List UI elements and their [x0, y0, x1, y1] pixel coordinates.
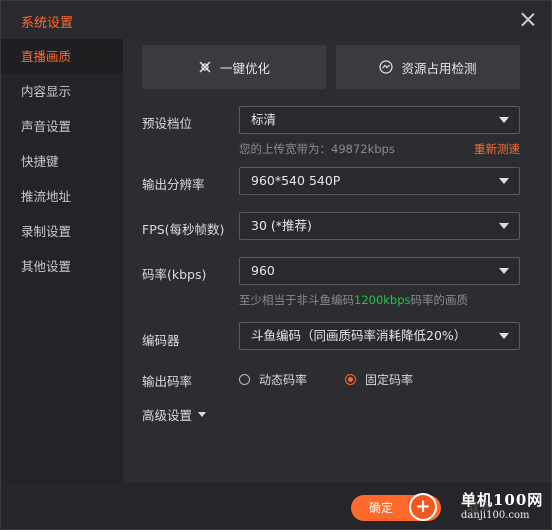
chevron-down-icon	[499, 223, 509, 229]
sidebar-item-content-display[interactable]: 内容显示	[1, 74, 123, 109]
bitrate-hint-prefix: 至少相当于非斗鱼编码	[239, 293, 354, 307]
fps-label: FPS(每秒帧数)	[142, 222, 225, 237]
output-rate-label: 输出码率	[142, 374, 193, 389]
watermark-cn: 单机100网	[461, 491, 544, 509]
footer: 确定 取消 + 单机100网 danji100.com	[1, 483, 551, 529]
sidebar-item-stream-url[interactable]: 推流地址	[1, 179, 123, 214]
encoder-select[interactable]: 斗鱼编码（同画质码率消耗降低20%）	[239, 322, 520, 350]
chevron-down-icon	[499, 178, 509, 184]
output-rate-options: 动态码率 固定码率	[239, 371, 451, 388]
advanced-settings-toggle[interactable]: 高级设置	[142, 405, 207, 424]
sidebar-item-stream-quality[interactable]: 直播画质	[1, 39, 123, 74]
encoder-label: 编码器	[142, 333, 180, 348]
monitor-icon	[379, 60, 394, 74]
optimize-icon	[198, 60, 212, 74]
sidebar-item-audio-settings[interactable]: 声音设置	[1, 109, 123, 144]
title-bar: 系统设置	[1, 1, 551, 39]
optimize-label: 一键优化	[219, 60, 270, 76]
bitrate-label: 码率(kbps)	[142, 267, 207, 282]
bitrate-select[interactable]: 960	[239, 257, 520, 285]
settings-window: 系统设置 直播画质 内容显示 声音设置 快捷键 推流地址 录制设置 其他设置 一…	[0, 0, 552, 530]
watermark: 单机100网 danji100.com	[461, 489, 543, 521]
fps-value: 30 (*推荐)	[251, 218, 312, 233]
bitrate-hint: 至少相当于非斗鱼编码1200kbps码率的画质	[239, 292, 468, 308]
resolution-select[interactable]: 960*540 540P	[239, 167, 520, 195]
close-icon[interactable]	[519, 11, 537, 29]
chevron-down-icon	[499, 333, 509, 339]
chevron-down-icon	[499, 268, 509, 274]
retest-link[interactable]: 重新测速	[474, 141, 520, 157]
radio-fixed-rate[interactable]	[345, 374, 357, 385]
upload-bandwidth-text: 您的上传宽带为：49872kbps	[239, 142, 395, 156]
radio-fixed-rate-label[interactable]: 固定码率	[365, 371, 413, 388]
preset-select[interactable]: 标清	[239, 106, 520, 134]
preset-label: 预设档位	[142, 116, 193, 131]
window-title: 系统设置	[21, 16, 74, 31]
watermark-logo-icon: +	[409, 493, 437, 521]
watermark-url: danji100.com	[461, 510, 530, 521]
resolution-label: 输出分辨率	[142, 177, 205, 192]
sidebar-item-shortcuts[interactable]: 快捷键	[1, 144, 123, 179]
triangle-down-icon	[198, 412, 207, 417]
encoder-value: 斗鱼编码（同画质码率消耗降低20%）	[251, 328, 467, 343]
sidebar-item-recording[interactable]: 录制设置	[1, 214, 123, 249]
advanced-settings-label: 高级设置	[142, 408, 193, 423]
preset-value: 标清	[251, 112, 277, 127]
chevron-down-icon	[499, 117, 509, 123]
sidebar-item-other[interactable]: 其他设置	[1, 249, 123, 284]
radio-dynamic-rate[interactable]	[239, 374, 250, 385]
radio-dynamic-rate-label[interactable]: 动态码率	[259, 371, 307, 388]
optimize-button[interactable]: 一键优化	[142, 45, 326, 89]
bitrate-value: 960	[251, 263, 275, 278]
fps-select[interactable]: 30 (*推荐)	[239, 212, 520, 240]
sidebar: 直播画质 内容显示 声音设置 快捷键 推流地址 录制设置 其他设置	[1, 39, 123, 483]
bitrate-hint-value: 1200kbps	[354, 293, 411, 307]
monitor-label: 资源占用检测	[401, 60, 477, 76]
main-content: 一键优化 资源占用检测 预设档位 标清 您的上传宽带为：49872kbps 重新…	[123, 39, 551, 483]
resource-monitor-button[interactable]: 资源占用检测	[336, 45, 520, 89]
resolution-value: 960*540 540P	[251, 173, 341, 188]
bitrate-hint-suffix: 码率的画质	[410, 293, 469, 307]
